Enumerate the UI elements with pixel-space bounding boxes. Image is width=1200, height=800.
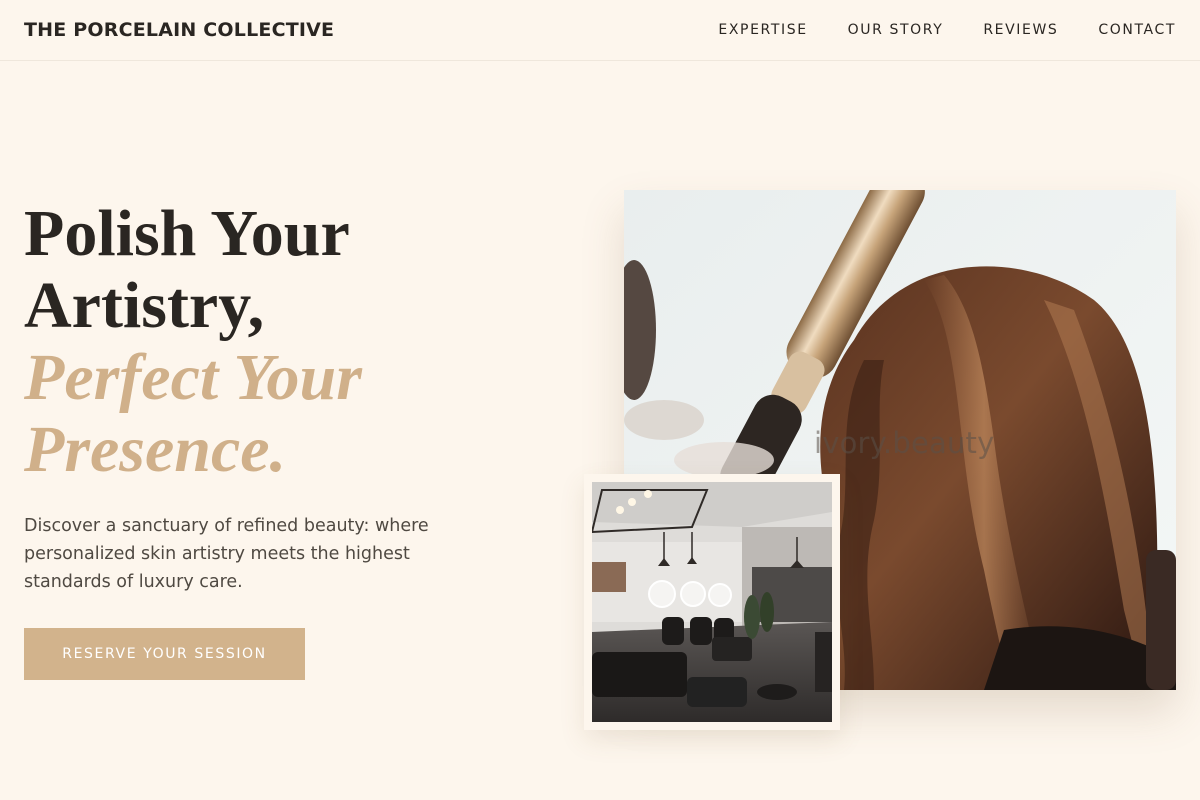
- hero-title-line-1: Polish Your: [24, 197, 350, 270]
- hero-title-accent-line-2: Presence.: [24, 413, 287, 486]
- salon-interior-photo-frame: [584, 474, 840, 730]
- nav-link-reviews[interactable]: REVIEWS: [983, 22, 1058, 38]
- reserve-session-button[interactable]: RESERVE YOUR SESSION: [24, 628, 305, 680]
- nav-link-our-story[interactable]: OUR STORY: [848, 22, 944, 38]
- hero-title: Polish Your Artistry, Perfect Your Prese…: [24, 198, 524, 486]
- nav-link-contact[interactable]: CONTACT: [1098, 22, 1176, 38]
- top-nav: THE PORCELAIN COLLECTIVE EXPERTISE OUR S…: [0, 0, 1200, 61]
- hero-title-accent-line-1: Perfect Your: [24, 341, 362, 414]
- hero-description: Discover a sanctuary of refined beauty: …: [24, 516, 429, 592]
- salon-interior-photo: [592, 482, 832, 722]
- hero-title-line-2: Artistry,: [24, 269, 265, 342]
- photo-watermark: ivory.beauty: [814, 426, 995, 460]
- brand-logo[interactable]: THE PORCELAIN COLLECTIVE: [24, 19, 334, 41]
- nav-links: EXPERTISE OUR STORY REVIEWS CONTACT: [718, 22, 1176, 38]
- nav-link-expertise[interactable]: EXPERTISE: [718, 22, 807, 38]
